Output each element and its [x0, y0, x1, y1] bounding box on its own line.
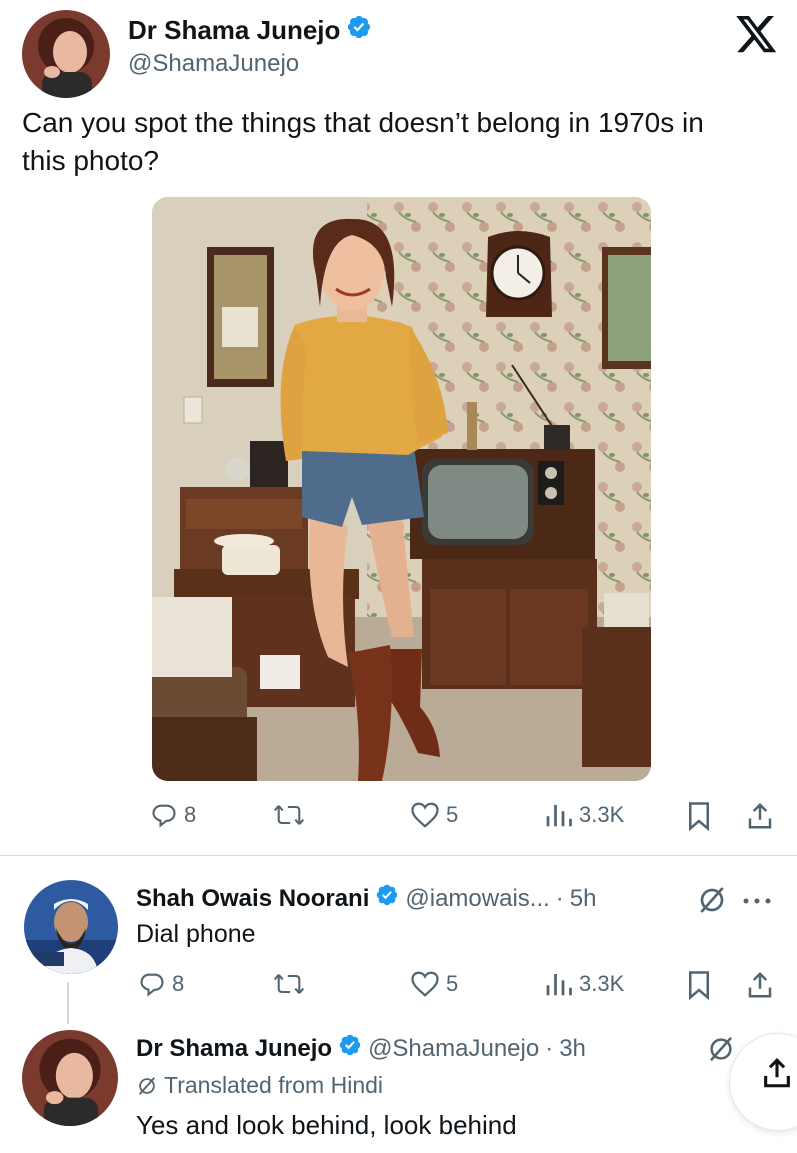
reply-author-handle[interactable]: @iamowais...: [405, 885, 549, 913]
like-count: 5: [446, 802, 459, 827]
like-button[interactable]: 5: [410, 970, 458, 998]
views-count: 3.3K: [579, 802, 625, 827]
reply-author-row[interactable]: Shah Owais Noorani @iamowais... · 5h: [136, 883, 597, 914]
verified-badge-icon: [346, 14, 372, 47]
reply-icon: [140, 973, 164, 997]
reply-button[interactable]: 8: [150, 801, 196, 829]
dot-separator: ·: [555, 884, 564, 912]
reply-icon: [152, 804, 176, 828]
reply-count: 8: [172, 971, 185, 996]
share-floating-button[interactable]: [730, 1034, 797, 1130]
author-avatar[interactable]: [22, 10, 110, 98]
translated-label[interactable]: Translated from Hindi: [164, 1072, 383, 1099]
author-handle[interactable]: @ShamaJunejo: [128, 50, 299, 78]
views-icon: [546, 974, 572, 996]
translated-label-row[interactable]: Translated from Hindi: [136, 1072, 383, 1099]
reply-author-avatar[interactable]: [24, 880, 118, 974]
tweet-text: Can you spot the things that doesn’t bel…: [22, 107, 704, 176]
reply-author-name[interactable]: Dr Shama Junejo: [136, 1035, 332, 1063]
views-button[interactable]: 3.3K: [543, 801, 624, 829]
grok-icon[interactable]: [696, 884, 728, 921]
reply-count: 8: [184, 802, 197, 827]
reply-author-name[interactable]: Shah Owais Noorani: [136, 885, 369, 913]
repost-icon: [273, 974, 305, 994]
verified-badge-icon: [375, 883, 399, 914]
repost-button[interactable]: [273, 801, 311, 829]
share-icon: [748, 971, 772, 998]
share-button[interactable]: [745, 970, 775, 1000]
reply-author-row[interactable]: Dr Shama Junejo @ShamaJunejo · 3h: [136, 1033, 586, 1064]
bookmark-icon: [689, 802, 709, 831]
x-logo-icon[interactable]: [736, 16, 778, 54]
verified-badge-icon: [338, 1033, 362, 1064]
grok-icon: [138, 1076, 156, 1095]
share-button[interactable]: [745, 801, 775, 831]
thread-line: [67, 982, 69, 1024]
repost-button[interactable]: [273, 970, 305, 998]
grok-icon[interactable]: [706, 1034, 736, 1069]
reply-time[interactable]: 3h: [559, 1035, 586, 1063]
author-name-row[interactable]: Dr Shama Junejo: [128, 14, 372, 47]
dot-separator: ·: [545, 1034, 554, 1062]
reply-author-avatar[interactable]: [22, 1030, 118, 1126]
heart-icon: [411, 971, 439, 997]
author-name[interactable]: Dr Shama Junejo: [128, 15, 340, 46]
more-options-icon[interactable]: [742, 893, 772, 911]
share-icon: [748, 802, 772, 829]
reply-text: Yes and look behind, look behind: [136, 1110, 517, 1140]
views-button[interactable]: 3.3K: [543, 970, 624, 998]
like-button[interactable]: 5: [410, 801, 458, 829]
reply-button[interactable]: 8: [138, 970, 184, 998]
heart-icon: [411, 802, 439, 828]
repost-icon: [273, 805, 305, 825]
like-count: 5: [446, 971, 459, 996]
tweet-photo[interactable]: [152, 197, 651, 781]
reply-author-handle[interactable]: @ShamaJunejo: [368, 1035, 539, 1063]
reply-text: Dial phone: [136, 920, 256, 948]
photo-of-woman-in-1970s-living-room-icon: [152, 197, 651, 781]
views-icon: [546, 805, 572, 827]
bookmark-button[interactable]: [686, 970, 712, 1000]
divider: [0, 855, 797, 856]
bookmark-button[interactable]: [686, 801, 712, 831]
views-count: 3.3K: [579, 971, 625, 996]
share-icon: [764, 1058, 790, 1088]
bookmark-icon: [689, 971, 709, 1000]
reply-time[interactable]: 5h: [570, 885, 597, 913]
